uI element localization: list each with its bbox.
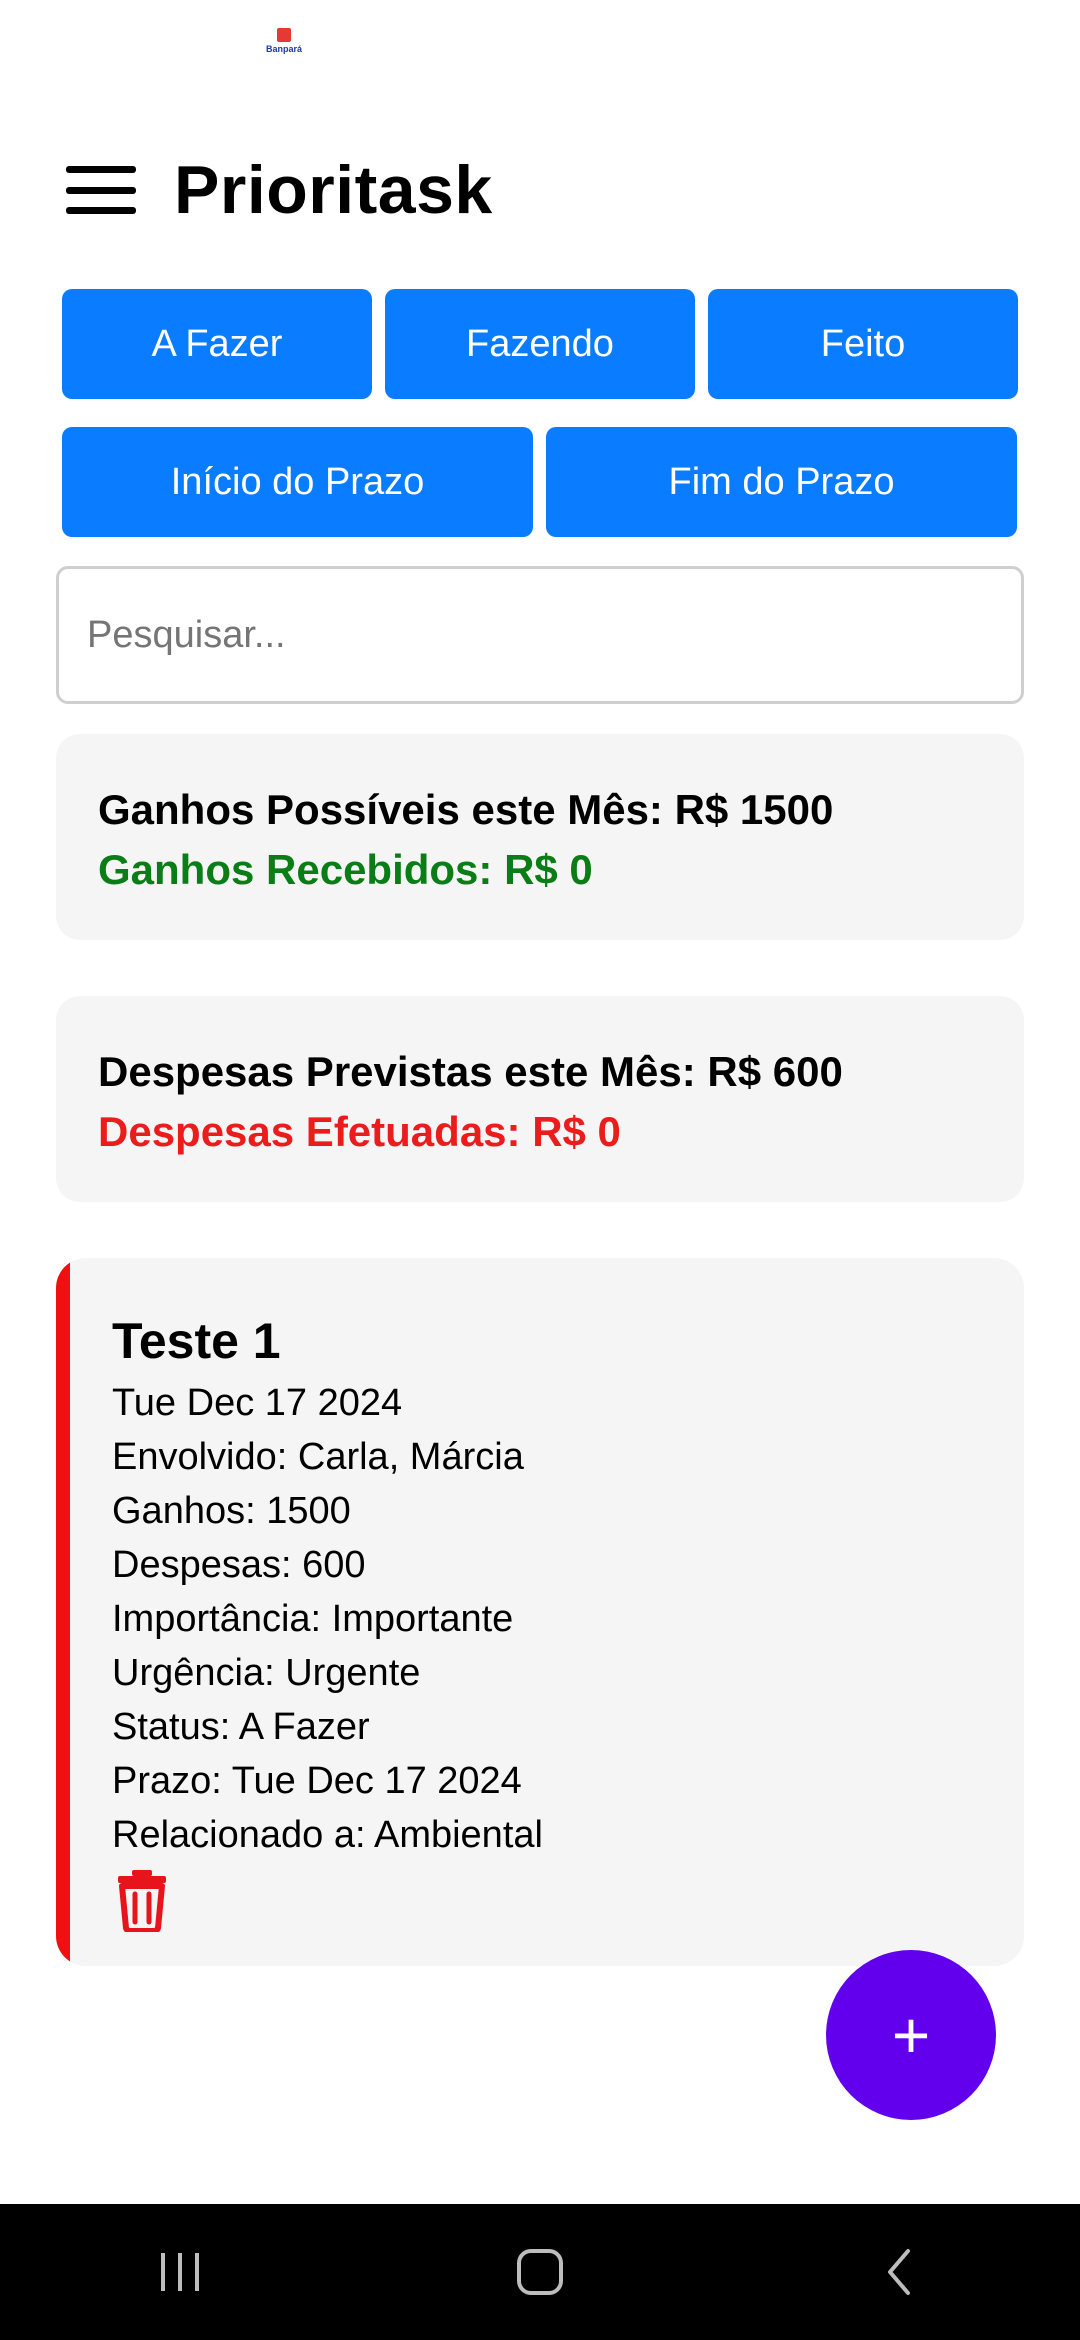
sort-end-deadline-button[interactable]: Fim do Prazo xyxy=(546,427,1017,537)
task-title: Teste 1 xyxy=(112,1313,281,1369)
sort-start-deadline-button[interactable]: Início do Prazo xyxy=(62,427,533,537)
task-expenses: Despesas: 600 xyxy=(112,1544,366,1586)
task-earnings: Ganhos: 1500 xyxy=(112,1490,351,1532)
task-deadline: Prazo: Tue Dec 17 2024 xyxy=(112,1760,522,1802)
task-card[interactable]: Teste 1 Tue Dec 17 2024 Envolvido: Carla… xyxy=(56,1258,1024,1966)
task-related: Relacionado a: Ambiental xyxy=(112,1814,543,1856)
back-icon[interactable] xyxy=(840,2232,960,2312)
possible-earnings-text: Ganhos Possíveis este Mês: R$ 1500 xyxy=(98,786,834,833)
filter-feito-button[interactable]: Feito xyxy=(708,289,1018,399)
system-navigation-bar xyxy=(0,2204,1080,2340)
expenses-summary-card: Despesas Previstas este Mês: R$ 600 Desp… xyxy=(56,996,1024,1202)
home-icon[interactable] xyxy=(480,2232,600,2312)
received-earnings-text: Ganhos Recebidos: R$ 0 xyxy=(98,846,593,893)
task-status: Status: A Fazer xyxy=(112,1706,370,1748)
add-task-button[interactable]: + xyxy=(826,1950,996,2120)
planned-expenses-text: Despesas Previstas este Mês: R$ 600 xyxy=(98,1048,843,1095)
filter-fazendo-button[interactable]: Fazendo xyxy=(385,289,695,399)
app-title: Prioritask xyxy=(174,152,493,228)
search-input[interactable] xyxy=(56,566,1024,704)
trash-icon[interactable] xyxy=(112,1868,172,1934)
filter-a-fazer-button[interactable]: A Fazer xyxy=(62,289,372,399)
task-date: Tue Dec 17 2024 xyxy=(112,1382,403,1424)
paid-expenses-text: Despesas Efetuadas: R$ 0 xyxy=(98,1108,621,1155)
earnings-summary-card: Ganhos Possíveis este Mês: R$ 1500 Ganho… xyxy=(56,734,1024,940)
banpara-logo: Banpará xyxy=(264,28,304,60)
task-urgency: Urgência: Urgente xyxy=(112,1652,421,1694)
recent-apps-icon[interactable] xyxy=(120,2232,240,2312)
task-importance: Importância: Importante xyxy=(112,1598,514,1640)
task-involved: Envolvido: Carla, Márcia xyxy=(112,1436,524,1478)
task-priority-accent xyxy=(56,1258,70,1966)
hamburger-menu-icon[interactable] xyxy=(66,166,136,214)
banpara-logo-text: Banpará xyxy=(265,44,302,54)
app-header: Prioritask xyxy=(66,150,493,230)
banpara-logo-mark xyxy=(277,28,291,42)
